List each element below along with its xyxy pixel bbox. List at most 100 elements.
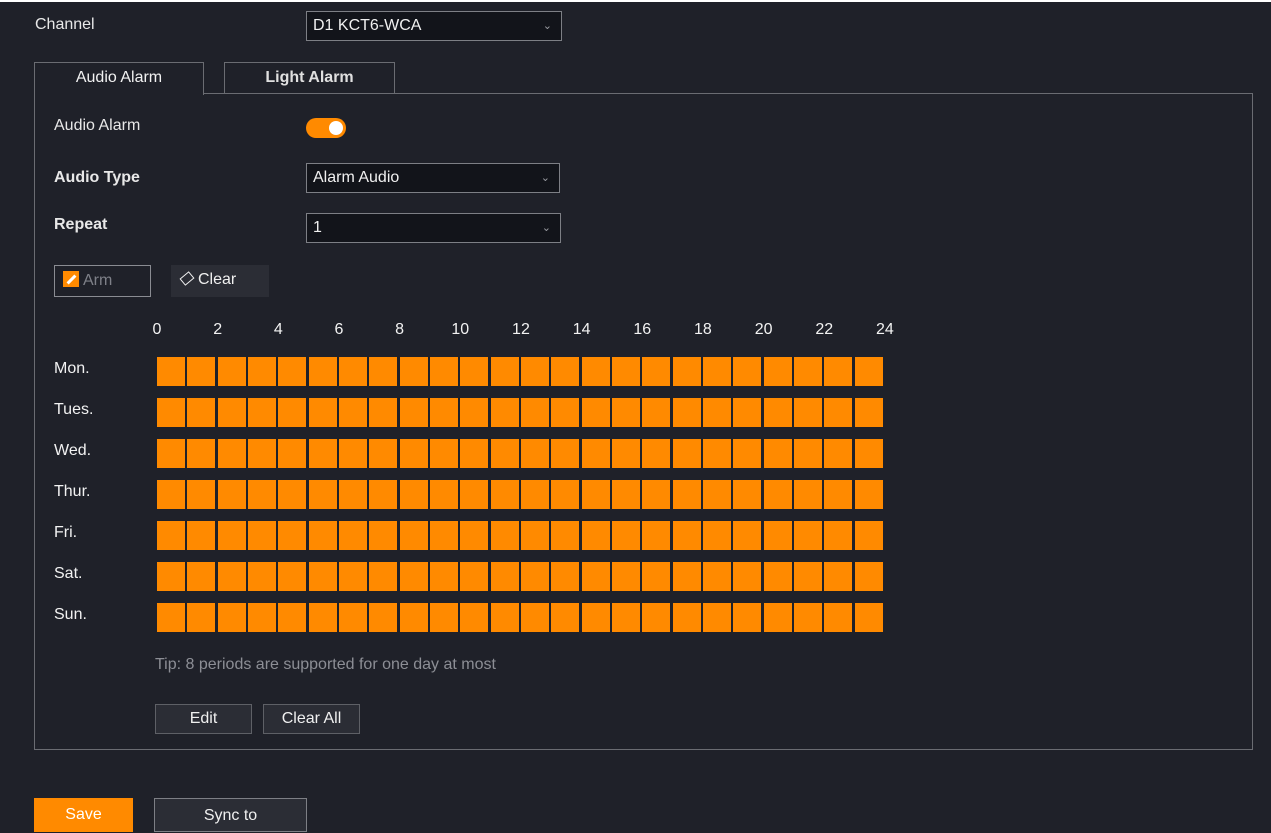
schedule-cell[interactable]: [764, 603, 792, 632]
schedule-cell[interactable]: [521, 398, 549, 427]
schedule-cell[interactable]: [642, 521, 670, 550]
schedule-cell[interactable]: [733, 480, 761, 509]
tab-light-alarm[interactable]: Light Alarm: [224, 62, 395, 94]
schedule-cell[interactable]: [157, 357, 185, 386]
schedule-cell[interactable]: [218, 439, 246, 468]
schedule-cell[interactable]: [551, 521, 579, 550]
schedule-cell[interactable]: [309, 603, 337, 632]
schedule-cell[interactable]: [521, 480, 549, 509]
clear-button[interactable]: Clear: [171, 265, 269, 297]
schedule-cell[interactable]: [309, 521, 337, 550]
schedule-cell[interactable]: [673, 480, 701, 509]
schedule-cell[interactable]: [703, 480, 731, 509]
schedule-cell[interactable]: [855, 398, 883, 427]
schedule-cell[interactable]: [612, 357, 640, 386]
schedule-cell[interactable]: [642, 398, 670, 427]
schedule-cell[interactable]: [339, 439, 367, 468]
schedule-cell[interactable]: [187, 603, 215, 632]
schedule-cell[interactable]: [764, 398, 792, 427]
schedule-cell[interactable]: [369, 521, 397, 550]
schedule-cell[interactable]: [430, 521, 458, 550]
schedule-cell[interactable]: [794, 439, 822, 468]
schedule-cell[interactable]: [642, 603, 670, 632]
schedule-cell[interactable]: [187, 562, 215, 591]
schedule-cell[interactable]: [612, 603, 640, 632]
schedule-cell[interactable]: [400, 357, 428, 386]
schedule-cell[interactable]: [430, 439, 458, 468]
schedule-cell[interactable]: [339, 562, 367, 591]
schedule-cell[interactable]: [764, 357, 792, 386]
schedule-cell[interactable]: [794, 480, 822, 509]
schedule-cell[interactable]: [278, 357, 306, 386]
schedule-cell[interactable]: [218, 398, 246, 427]
schedule-cell[interactable]: [703, 398, 731, 427]
schedule-cell[interactable]: [369, 603, 397, 632]
schedule-cell[interactable]: [612, 398, 640, 427]
schedule-cell[interactable]: [673, 357, 701, 386]
schedule-cell[interactable]: [460, 521, 488, 550]
schedule-cell[interactable]: [642, 480, 670, 509]
schedule-cell[interactable]: [491, 480, 519, 509]
schedule-cell[interactable]: [521, 562, 549, 591]
schedule-cell[interactable]: [157, 603, 185, 632]
schedule-cell[interactable]: [551, 603, 579, 632]
schedule-cell[interactable]: [824, 480, 852, 509]
schedule-cell[interactable]: [400, 562, 428, 591]
schedule-cell[interactable]: [733, 562, 761, 591]
schedule-cell[interactable]: [369, 439, 397, 468]
schedule-cell[interactable]: [430, 603, 458, 632]
schedule-cell[interactable]: [824, 603, 852, 632]
audio-type-select[interactable]: Alarm Audio ⌄: [306, 163, 560, 193]
schedule-cell[interactable]: [157, 439, 185, 468]
schedule-cell[interactable]: [278, 480, 306, 509]
schedule-cell[interactable]: [764, 480, 792, 509]
schedule-cell[interactable]: [491, 562, 519, 591]
schedule-cell[interactable]: [733, 521, 761, 550]
schedule-cell[interactable]: [673, 521, 701, 550]
schedule-cell[interactable]: [551, 439, 579, 468]
schedule-cell[interactable]: [733, 398, 761, 427]
schedule-cell[interactable]: [248, 439, 276, 468]
schedule-cell[interactable]: [521, 439, 549, 468]
schedule-cell[interactable]: [733, 357, 761, 386]
schedule-cell[interactable]: [673, 603, 701, 632]
schedule-cell[interactable]: [642, 439, 670, 468]
schedule-cell[interactable]: [157, 521, 185, 550]
schedule-cell[interactable]: [248, 603, 276, 632]
schedule-cell[interactable]: [703, 521, 731, 550]
schedule-cell[interactable]: [733, 603, 761, 632]
schedule-cell[interactable]: [218, 562, 246, 591]
schedule-cell[interactable]: [369, 480, 397, 509]
schedule-cell[interactable]: [430, 398, 458, 427]
schedule-cell[interactable]: [460, 357, 488, 386]
schedule-cell[interactable]: [278, 521, 306, 550]
schedule-cell[interactable]: [855, 603, 883, 632]
schedule-cell[interactable]: [430, 480, 458, 509]
schedule-cell[interactable]: [703, 439, 731, 468]
schedule-cell[interactable]: [430, 357, 458, 386]
schedule-cell[interactable]: [703, 357, 731, 386]
sync-to-button[interactable]: Sync to: [154, 798, 307, 832]
schedule-cell[interactable]: [460, 603, 488, 632]
schedule-cell[interactable]: [218, 521, 246, 550]
schedule-cell[interactable]: [400, 603, 428, 632]
schedule-cell[interactable]: [248, 398, 276, 427]
schedule-cell[interactable]: [582, 439, 610, 468]
schedule-cell[interactable]: [369, 398, 397, 427]
clear-all-button[interactable]: Clear All: [263, 704, 360, 734]
schedule-cell[interactable]: [460, 439, 488, 468]
schedule-cell[interactable]: [157, 562, 185, 591]
edit-button[interactable]: Edit: [155, 704, 252, 734]
schedule-cell[interactable]: [278, 439, 306, 468]
schedule-cell[interactable]: [491, 521, 519, 550]
schedule-cell[interactable]: [855, 439, 883, 468]
schedule-cell[interactable]: [157, 480, 185, 509]
schedule-cell[interactable]: [794, 603, 822, 632]
schedule-cell[interactable]: [369, 562, 397, 591]
schedule-cell[interactable]: [794, 521, 822, 550]
schedule-cell[interactable]: [187, 439, 215, 468]
schedule-cell[interactable]: [278, 398, 306, 427]
schedule-cell[interactable]: [855, 357, 883, 386]
schedule-cell[interactable]: [460, 480, 488, 509]
schedule-cell[interactable]: [339, 603, 367, 632]
